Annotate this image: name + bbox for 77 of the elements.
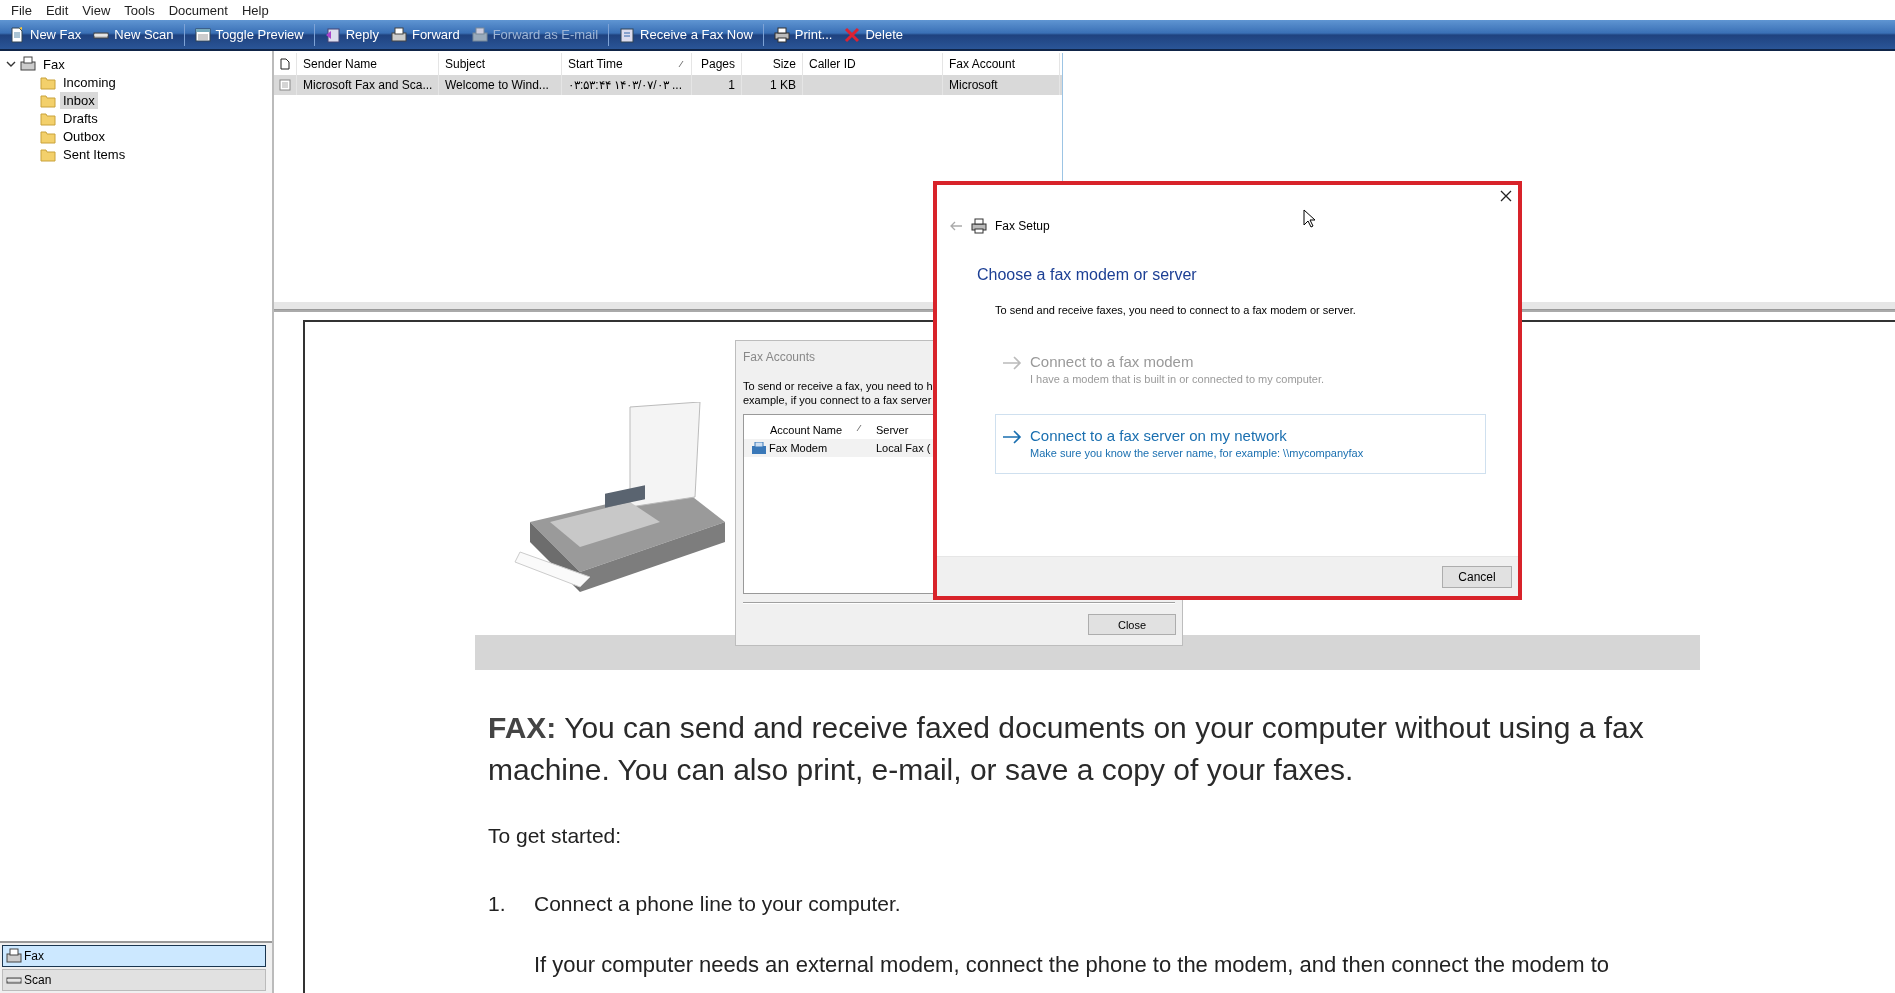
option-link[interactable]: Connect to a fax server on my network Make sure you know the server name, for example: \\mycompanyfax [995,414,1486,474]
table-cell: Fax Modem [769,442,828,454]
column-header[interactable]: Start Time [568,57,623,71]
menu-item[interactable]: File [4,2,39,18]
column-header[interactable]: Size [772,57,796,71]
menu-item[interactable]: View [75,2,118,18]
dialog-text: To send and receive faxes, you need to connect to a fax modem or server. [995,304,1357,316]
toolbar-button[interactable]: Receive a Fax Now [613,23,759,46]
tree-item[interactable]: Outbox [60,127,108,145]
arrow-icon [1002,430,1022,444]
table-cell: Microsoft [949,78,998,92]
menu-item[interactable]: Tools [117,2,162,18]
tree-item[interactable]: Fax [40,55,68,73]
close-icon[interactable] [1500,190,1512,202]
tree-item[interactable]: Incoming [60,73,119,91]
intro-paragraph: FAX: You can send and receive faxed documents on your computer without using a fax machine. You can also print, e-mail, or save a copy of your faxes. [488,710,1645,788]
pointer-icon [1303,209,1315,228]
toolbar-button[interactable]: New Scan [87,23,180,46]
toolbar-button[interactable]: Delete [838,23,909,46]
nav-button[interactable]: Scan [2,969,266,991]
window-icon [194,26,211,43]
toolbar-button[interactable]: Toggle Preview [188,23,310,46]
table-cell: ۰۳:۵۳:۴۴ ۱۴۰۳/۰۷/۰۳ ... [568,78,682,92]
folder-icon [40,92,56,108]
table-cell: 1 [728,78,735,92]
column-header[interactable]: Caller ID [809,57,856,71]
step-text: Connect a phone line to your computer. [534,891,901,917]
option-description: I have a modem that is built in or connected to my computer. [1030,373,1325,385]
dialog-text: To send or receive a fax, you need to h [743,379,933,393]
dialog-text: example, if you connect to a fax server [743,393,932,407]
sort-icon [677,60,685,68]
printer-icon [971,218,987,234]
cancel-button[interactable]: Cancel [1442,565,1512,588]
toolbar-button[interactable]: Forward [384,23,466,46]
subheading: To get started: [488,823,623,849]
dialog-heading: Choose a fax modem or server [977,266,1198,284]
column-header[interactable]: Server [876,424,909,436]
dialog-title: Fax Setup [995,219,1050,233]
option-title: Connect to a fax modem [1030,353,1195,370]
chevron-icon[interactable] [6,59,16,69]
document-icon [280,58,290,70]
menu-item[interactable]: Edit [38,2,76,18]
sort-icon [856,424,862,432]
tree-item[interactable]: Drafts [60,109,101,127]
toolbar-button[interactable]: New Fax [3,23,88,46]
column-header[interactable]: Sender Name [303,57,378,71]
delete-icon [844,26,861,43]
menu-item[interactable]: Help [234,2,276,18]
table-cell: 1 KB [770,78,796,92]
dialog-title: Fax Accounts [742,349,817,366]
close-button[interactable]: Close [1088,614,1176,635]
table-cell: Local Fax ( [876,442,931,454]
folder-icon [40,74,56,90]
tree-item[interactable]: Inbox [60,91,98,109]
reply-icon [324,26,341,43]
folder-icon [40,110,56,126]
option-title: Connect to a fax server on my network [1030,427,1288,444]
toolbar-button[interactable]: Reply [318,23,385,46]
tree-item[interactable]: Sent Items [60,145,129,163]
menu-item[interactable]: Document [161,2,235,18]
column-header[interactable]: Subject [445,57,486,71]
document-icon [279,79,291,91]
option-description: Make sure you know the server name, for example: \\mycompanyfax [1030,447,1364,459]
column-header[interactable]: Account Name [770,424,843,436]
arrow-icon [1002,356,1022,370]
folder-icon [40,128,56,144]
toolbar-button[interactable]: Print... [767,23,839,46]
step-number: 1. [488,891,507,917]
table-cell: Welcome to Wind... [445,78,549,92]
step-detail: If your computer needs an external modem, connect the phone to the modem, and then connect the modem to [534,951,1610,979]
column-header[interactable]: Pages [700,57,735,71]
nav-button[interactable]: Fax [2,945,266,967]
column-header[interactable]: Fax Account [949,57,1016,71]
table-cell: Microsoft Fax and Sca... [303,78,433,92]
printer-icon [773,26,790,43]
folder-icon [40,146,56,162]
document-icon [9,26,25,43]
